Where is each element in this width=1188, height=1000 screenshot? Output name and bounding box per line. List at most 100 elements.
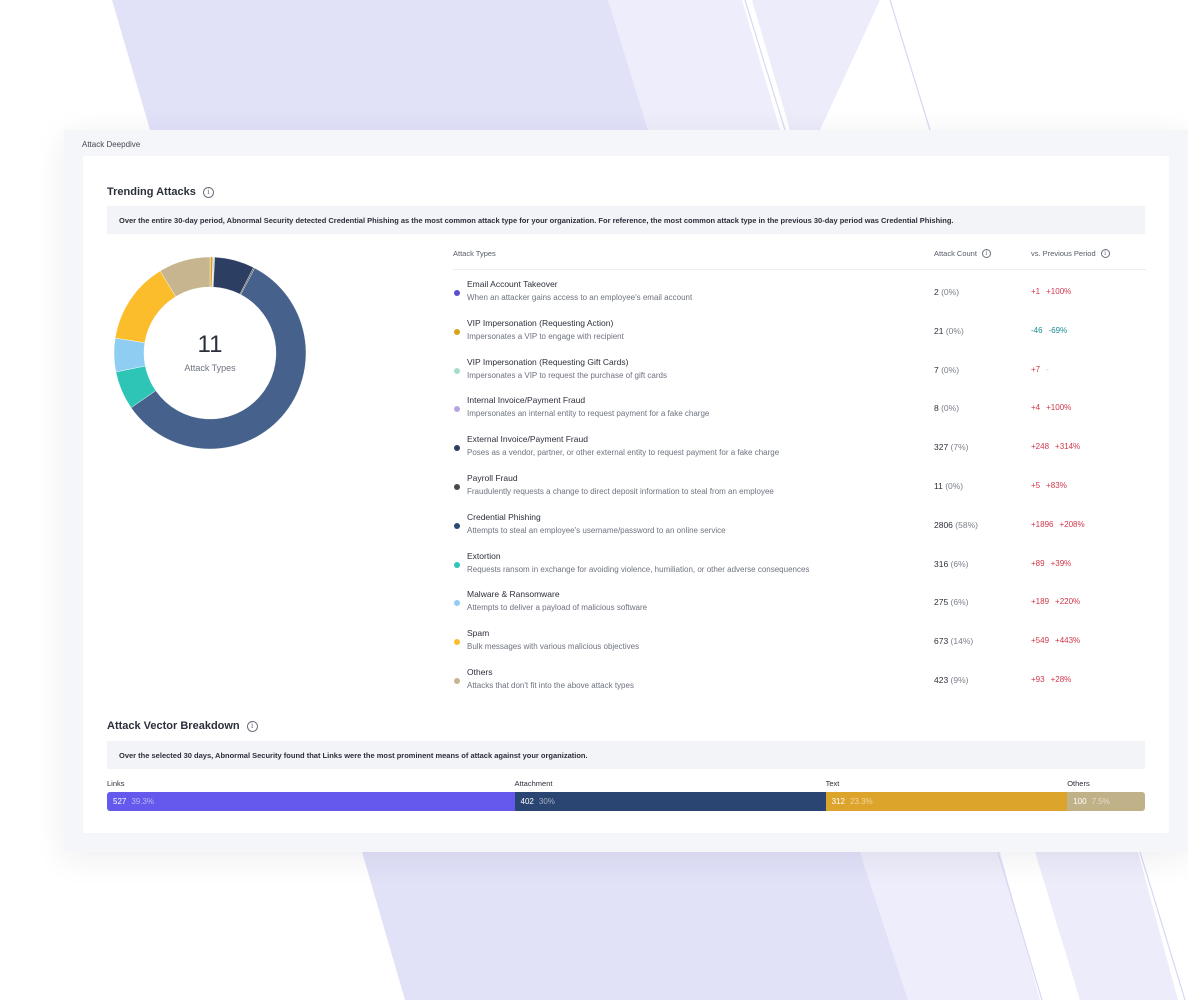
vector-segment-count: 100 (1073, 797, 1087, 806)
vector-segment-percent: 23.3% (849, 797, 873, 806)
delta-percent: +100% (1046, 287, 1072, 296)
previous-period-delta: +89 +39% (1031, 559, 1077, 568)
legend-dot-icon (454, 639, 460, 646)
vector-segment-percent: 7.5% (1091, 797, 1110, 806)
attack-type-name: Email Account Takeover (467, 279, 558, 289)
attack-type-name: External Invoice/Payment Fraud (467, 434, 588, 445)
attack-count-value: 673 (934, 636, 951, 647)
delta-percent: +28% (1050, 674, 1072, 684)
table-row[interactable]: Others Attacks that don't fit into the ab… (453, 658, 1146, 697)
donut-center: 11 Attack Types (113, 256, 307, 450)
legend-dot-icon (454, 483, 460, 490)
attack-type-description: Requests ransom in exchange for avoiding… (467, 564, 810, 574)
attack-type-name: Extortion (467, 550, 501, 561)
deepdive-card: Trending Attacks i Over the entire 30-da… (83, 156, 1169, 833)
vector-segment-percent: 30% (538, 797, 555, 806)
attack-count: 21 (0%) (934, 326, 964, 336)
vector-segment[interactable]: 100 7.5% (1067, 792, 1145, 811)
attack-count-percent: (0%) (941, 287, 960, 297)
legend-dot-icon (454, 328, 460, 335)
previous-period-delta: +5 +83% (1031, 481, 1073, 490)
previous-period-delta: +1 +100% (1031, 287, 1077, 296)
attack-count: 11 (0%) (934, 481, 963, 491)
delta-percent: +39% (1050, 558, 1072, 568)
vector-segment-count: 527 (113, 797, 127, 806)
info-icon[interactable]: i (246, 720, 258, 732)
table-row[interactable]: Malware & Ransomware Attempts to deliver … (453, 580, 1146, 619)
attack-count-percent: (6%) (950, 558, 969, 569)
attack-count-percent: (58%) (955, 519, 978, 530)
previous-period-delta: +189 +220% (1031, 597, 1086, 606)
trending-attacks-title: Trending Attacks (107, 186, 196, 198)
attack-type-description: Attempts to steal an employee's username… (467, 525, 726, 535)
attack-type-description: When an attacker gains access to an empl… (467, 293, 693, 302)
attack-type-description: Impersonates a VIP to request the purcha… (467, 370, 667, 380)
vector-segment[interactable]: 402 30% (514, 792, 826, 811)
attack-type-description: Fraudulently requests a change to direct… (467, 486, 774, 496)
table-row[interactable]: Email Account Takeover When an attacker g… (453, 270, 1146, 309)
attack-type-description: Impersonates a VIP to engage with recipi… (467, 331, 624, 341)
delta-absolute: +4 (1031, 403, 1041, 413)
legend-dot-icon (454, 367, 460, 374)
column-header-attack-types[interactable]: Attack Types (453, 249, 496, 258)
vector-segment[interactable]: 527 39.3% (107, 792, 515, 811)
attack-count: 423 (9%) (934, 675, 969, 685)
attack-count-percent: (0%) (941, 403, 960, 414)
attack-count: 327 (7%) (934, 442, 969, 452)
attack-type-name: Payroll Fraud (467, 472, 518, 483)
previous-period-delta: +93 +28% (1031, 675, 1077, 684)
attack-count: 2 (0%) (934, 287, 959, 297)
attack-count-percent: (9%) (950, 674, 969, 685)
vector-summary: Over the selected 30 days, Abnormal Secu… (107, 741, 1145, 769)
info-icon[interactable]: i (1100, 249, 1110, 258)
attack-type-description: Bulk messages with various malicious obj… (467, 642, 640, 652)
previous-period-delta: +549 +443% (1031, 636, 1086, 645)
attack-count-percent: (6%) (950, 597, 969, 608)
column-header-attack-count[interactable]: Attack Count i (934, 249, 991, 258)
attack-type-name: Credential Phishing (467, 511, 541, 522)
table-row[interactable]: Extortion Requests ransom in exchange for… (453, 542, 1146, 581)
table-row[interactable]: Spam Bulk messages with various malicious… (453, 619, 1146, 658)
table-row[interactable]: VIP Impersonation (Requesting Gift Cards… (453, 348, 1146, 387)
attack-type-name: VIP Impersonation (Requesting Gift Cards… (467, 356, 629, 367)
attack-type-description: Poses as a vendor, partner, or other ext… (467, 448, 780, 458)
attack-type-name: VIP Impersonation (Requesting Action) (467, 317, 614, 328)
attack-type-description: Impersonates an internal entity to reque… (467, 409, 710, 419)
attack-count-value: 316 (934, 558, 951, 569)
attack-type-name: Spam (467, 628, 490, 639)
delta-absolute: +5 (1031, 480, 1041, 490)
panel-title: Attack Deepdive (82, 140, 141, 149)
attack-types-donut-chart: 11 Attack Types (113, 256, 307, 450)
delta-percent: +100% (1046, 403, 1072, 413)
previous-period-delta: +7- (1031, 365, 1055, 374)
column-header-previous-period[interactable]: vs. Previous Period i (1031, 249, 1110, 258)
table-header: Attack Types Attack Count i vs. Previous… (453, 244, 1146, 270)
previous-period-delta: +4 +100% (1031, 403, 1077, 412)
delta-absolute: +189 (1031, 597, 1050, 607)
table-row[interactable]: Internal Invoice/Payment Fraud Impersonat… (453, 386, 1146, 425)
attack-count-value: 21 (934, 325, 946, 336)
delta-absolute: +93 (1031, 674, 1045, 684)
delta-percent: +208% (1059, 519, 1085, 529)
vector-segment[interactable]: 312 23.3% (825, 792, 1068, 811)
delta-percent: +314% (1055, 442, 1081, 452)
attack-count: 673 (14%) (934, 636, 973, 646)
legend-dot-icon (454, 522, 460, 529)
vector-label: Links (107, 779, 125, 788)
previous-period-delta: +248 +314% (1031, 442, 1086, 451)
table-row[interactable]: Credential Phishing Attempts to steal an … (453, 503, 1146, 542)
attack-count: 275 (6%) (934, 597, 969, 607)
donut-total-count: 11 (197, 331, 223, 358)
info-icon[interactable]: i (202, 186, 214, 198)
table-row[interactable]: External Invoice/Payment Fraud Poses as a… (453, 425, 1146, 464)
vector-label: Text (825, 779, 840, 788)
table-row[interactable]: Payroll Fraud Fraudulently requests a cha… (453, 464, 1146, 503)
previous-period-delta: -46 -69% (1031, 326, 1073, 335)
delta-percent: +443% (1055, 636, 1081, 646)
delta-absolute: +1896 (1031, 519, 1054, 529)
attack-count-value: 2806 (934, 519, 956, 530)
info-icon[interactable]: i (981, 249, 991, 258)
attack-count-percent: (7%) (950, 442, 969, 453)
attack-vector-heading: Attack Vector Breakdown i (107, 720, 258, 732)
table-row[interactable]: VIP Impersonation (Requesting Action) Imp… (453, 309, 1146, 348)
